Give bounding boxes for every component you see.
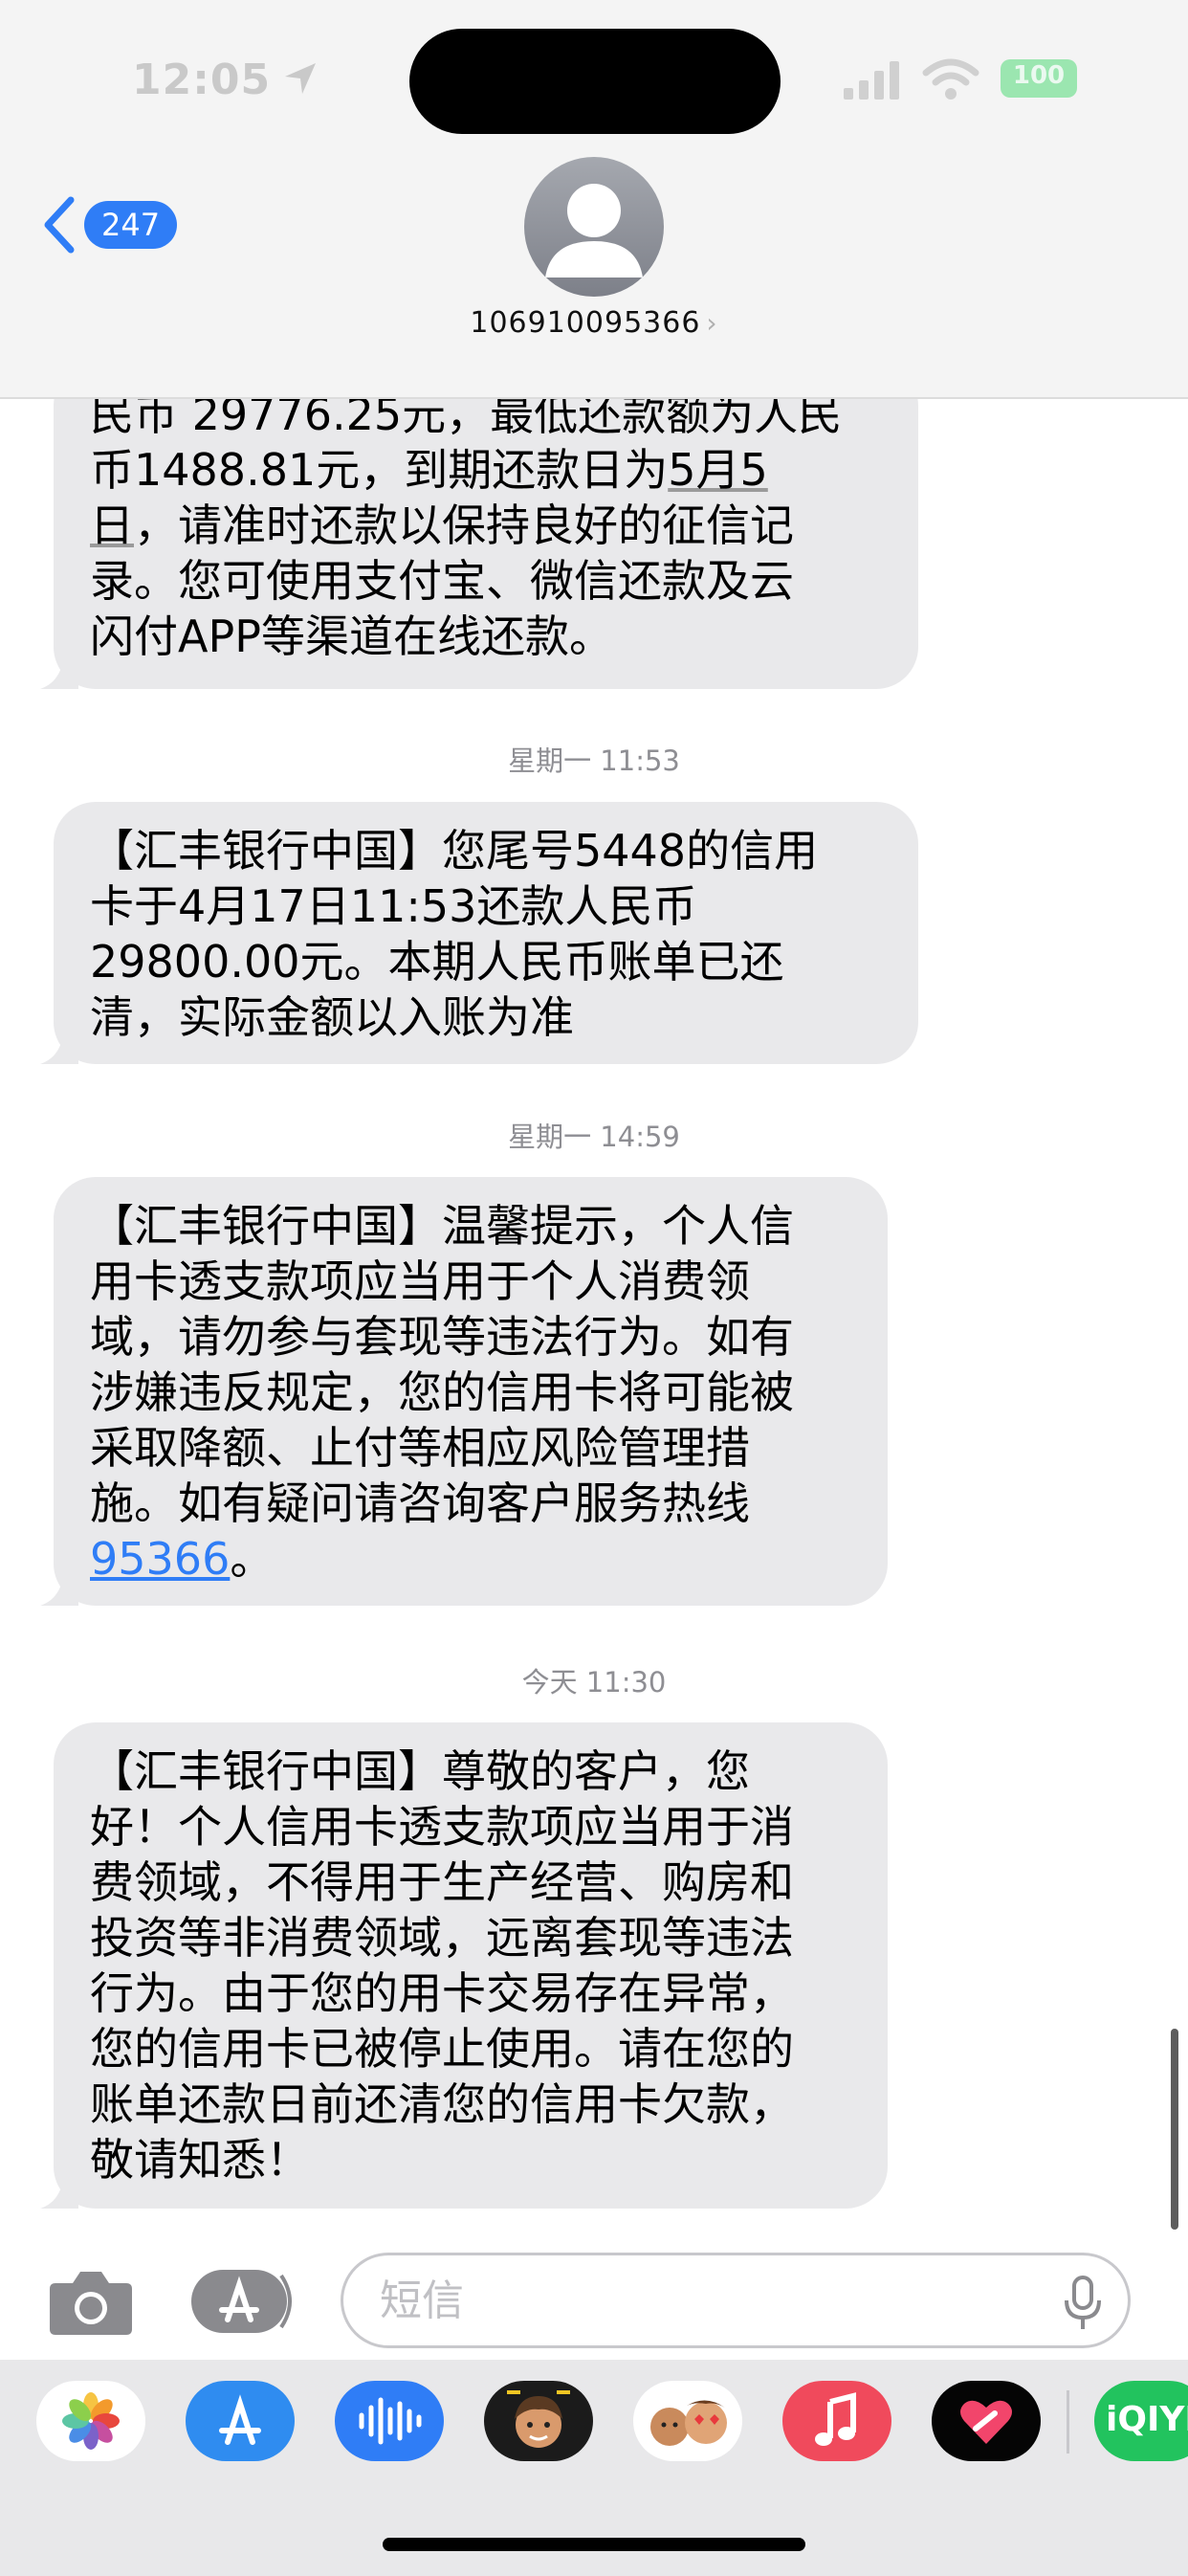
- location-arrow-icon: [285, 63, 316, 94]
- phone-link[interactable]: 95366: [90, 1533, 230, 1585]
- cellular-signal-icon: [844, 61, 899, 100]
- message-text: 【汇丰银行中国】尊敬的客户，您 好！个人信用卡透支款项应当用于消 费领域，不得用…: [90, 1745, 794, 2186]
- memoji-icon[interactable]: [484, 2381, 593, 2461]
- bubble-tail: [40, 1567, 78, 1606]
- dynamic-island: [409, 29, 781, 134]
- wifi-icon: [922, 58, 979, 100]
- message-bubble[interactable]: 民币 29776.25元，最低还款额为人民 币1488.81元，到期还款日为5月5…: [40, 364, 918, 689]
- chevron-left-icon: [44, 196, 75, 254]
- message-timestamp: 星期一 14:59: [508, 1121, 680, 1153]
- bubble-tail: [40, 1026, 78, 1064]
- iqiyi-icon[interactable]: iQIYI: [1094, 2381, 1188, 2461]
- imessage-app-strip: iQIYI: [0, 2360, 1188, 2576]
- message-bubble[interactable]: 【汇丰银行中国】您尾号5448的信用 卡于4月17日11:53还款人民币 298…: [40, 802, 918, 1064]
- bubble-tail: [40, 651, 78, 689]
- unread-count-badge: 247: [84, 201, 178, 249]
- person-silhouette-icon: [545, 184, 643, 278]
- status-time: 12:05: [132, 56, 272, 104]
- digital-touch-icon[interactable]: [932, 2381, 1041, 2461]
- iqiyi-label: iQIYI: [1106, 2400, 1188, 2439]
- battery-icon: 100: [1001, 59, 1077, 98]
- message-bubble[interactable]: 【汇丰银行中国】温馨提示，个人信 用卡透支款项应当用于个人消费领 域，请勿参与套…: [40, 1177, 888, 1606]
- message-text: 【汇丰银行中国】温馨提示，个人信 用卡透支款项应当用于个人消费领 域，请勿参与套…: [90, 1200, 794, 1585]
- date-link-cont[interactable]: 日: [90, 500, 134, 551]
- scrollbar[interactable]: [1171, 2029, 1178, 2230]
- music-icon[interactable]: [782, 2381, 891, 2461]
- audio-icon[interactable]: [335, 2381, 444, 2461]
- microphone-icon[interactable]: [1062, 2276, 1104, 2331]
- message-timestamp: 今天 11:30: [521, 1666, 667, 1699]
- conversation-header: 12:05 100 247 106910095366 ›: [0, 0, 1188, 399]
- date-link[interactable]: 5月5: [668, 444, 768, 496]
- strip-divider: [1067, 2390, 1069, 2454]
- contact-avatar[interactable]: [524, 157, 664, 297]
- message-input[interactable]: [341, 2253, 1131, 2348]
- contact-name[interactable]: 106910095366 ›: [0, 306, 1188, 340]
- compose-bar: [0, 2239, 1188, 2364]
- camera-icon[interactable]: [48, 2268, 134, 2337]
- message-text: 民币 29776.25元，最低还款额为人民 币1488.81元，到期还款日为5月5…: [90, 389, 843, 662]
- message-timestamp: 星期一 11:53: [508, 744, 680, 777]
- message-text: 【汇丰银行中国】您尾号5448的信用 卡于4月17日11:53还款人民币 298…: [90, 825, 819, 1043]
- back-button[interactable]: 247: [42, 191, 178, 258]
- home-indicator[interactable]: [383, 2538, 805, 2551]
- app-store-button-icon[interactable]: [189, 2268, 295, 2335]
- photos-icon[interactable]: [36, 2381, 145, 2461]
- message-bubble[interactable]: 【汇丰银行中国】尊敬的客户，您 好！个人信用卡透支款项应当用于消 费领域，不得用…: [40, 1722, 888, 2209]
- chevron-right-icon: ›: [706, 307, 718, 339]
- bubble-tail: [40, 2170, 78, 2209]
- app-store-icon[interactable]: [186, 2381, 295, 2461]
- memoji-stickers-icon[interactable]: [633, 2381, 742, 2461]
